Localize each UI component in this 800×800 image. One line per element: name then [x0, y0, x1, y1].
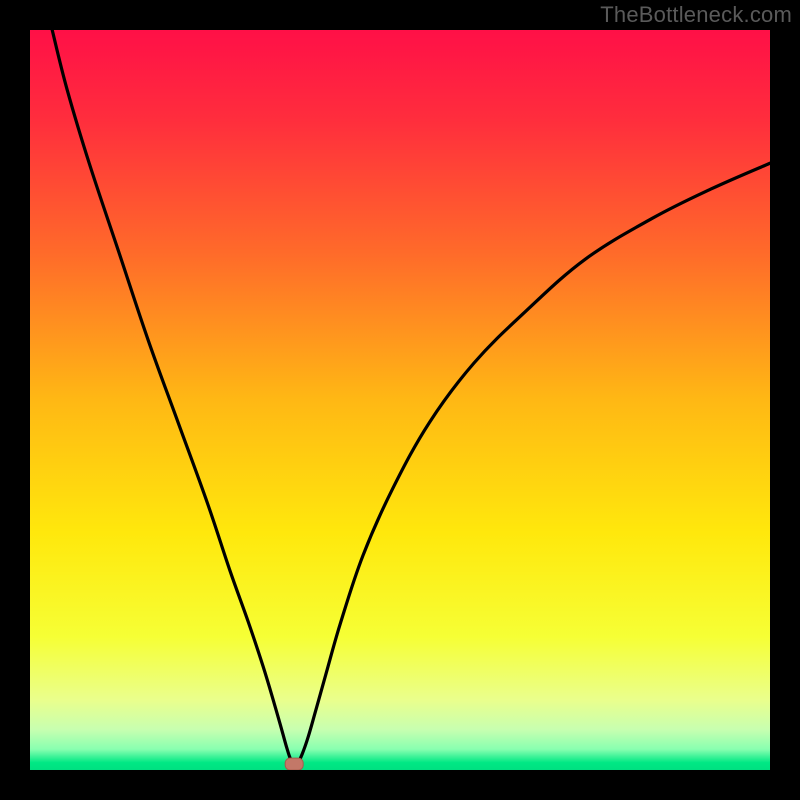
chart-container: TheBottleneck.com: [0, 0, 800, 800]
optimal-point-marker: [285, 758, 303, 770]
bottleneck-plot: [30, 30, 770, 770]
plot-frame: [30, 30, 770, 770]
watermark-text: TheBottleneck.com: [600, 2, 792, 28]
gradient-background: [30, 30, 770, 770]
